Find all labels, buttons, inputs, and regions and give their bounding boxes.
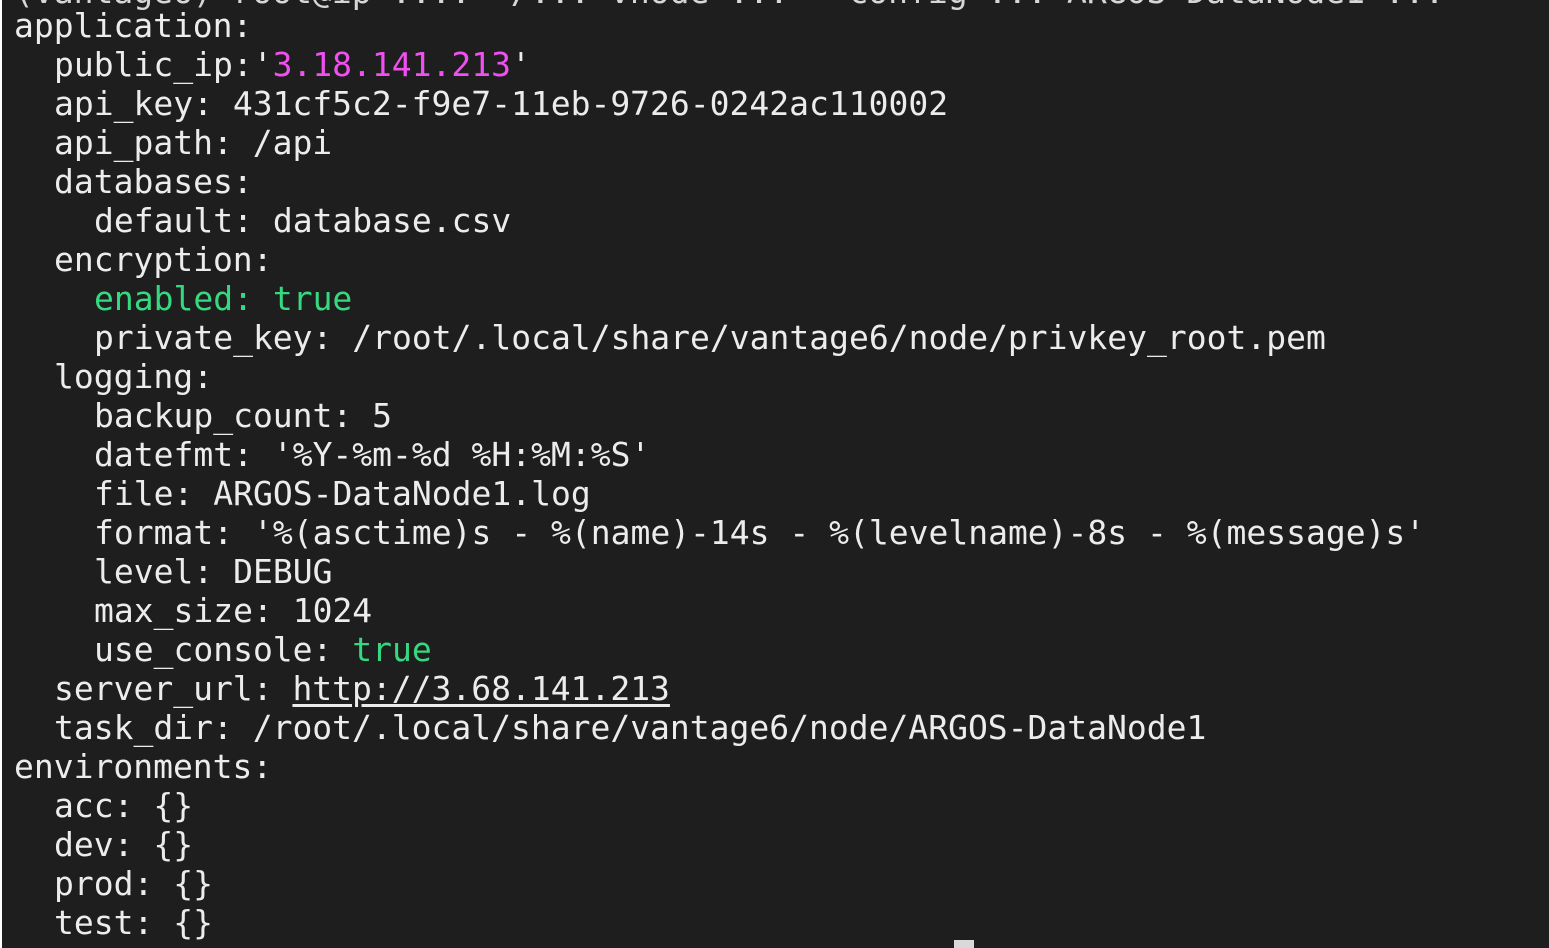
yaml-line-logging: logging: [14, 357, 1425, 396]
yaml-separator: : [193, 552, 234, 591]
yaml-value: {} [173, 864, 213, 903]
yaml-separator: : [232, 162, 253, 201]
yaml-value: {} [173, 903, 213, 942]
yaml-value: DEBUG [233, 552, 333, 591]
yaml-value: 1024 [292, 591, 373, 630]
yaml-line-test: test: {} [14, 903, 1425, 942]
yaml-separator: : [252, 591, 293, 630]
yaml-key: task_dir [54, 708, 213, 747]
yaml-value: {} [153, 786, 194, 825]
yaml-key: logging [54, 357, 194, 396]
yaml-value: ARGOS-DataNode1.log [213, 474, 591, 513]
yaml-line-task-dir: task_dir: /root/.local/share/vantage6/no… [14, 708, 1425, 747]
yaml-line-private-key: private_key: /root/.local/share/vantage6… [14, 318, 1425, 357]
yaml-value: true [272, 279, 353, 318]
yaml-key: public_ip [54, 45, 233, 84]
yaml-line-prod: prod: {} [14, 864, 1425, 903]
scroll-thumb[interactable] [954, 940, 974, 948]
yaml-output: application: public_ip:'3.18.141.213' api_… [14, 6, 1425, 942]
yaml-separator: : [232, 6, 253, 45]
yaml-value: /api [252, 123, 333, 162]
yaml-key: acc [54, 786, 114, 825]
yaml-line-level: level: DEBUG [14, 552, 1425, 591]
yaml-line-default: default: database.csv [14, 201, 1425, 240]
yaml-key: databases [54, 162, 233, 201]
yaml-separator: : [173, 474, 214, 513]
yaml-line-encryption: encryption: [14, 240, 1425, 279]
yaml-separator: : [113, 825, 154, 864]
yaml-value: {} [153, 825, 194, 864]
yaml-key: level [94, 552, 194, 591]
yaml-value: 431cf5c2-f9e7-11eb-9726-0242ac110002 [232, 84, 949, 123]
yaml-key: backup_count [94, 396, 333, 435]
yaml-separator: : [233, 201, 273, 240]
yaml-key: enabled [94, 279, 234, 318]
yaml-value: /root/.local/share/vantage6/node/ARGOS-D… [252, 708, 1207, 747]
yaml-key: server_url [54, 669, 253, 708]
yaml-line-environments: environments: [14, 747, 1425, 786]
yaml-key: test [54, 903, 134, 942]
yaml-separator: : [312, 318, 353, 357]
yaml-key: prod [54, 864, 134, 903]
yaml-separator: : [113, 786, 154, 825]
yaml-line-dev: dev: {} [14, 825, 1425, 864]
yaml-key: use_console [94, 630, 313, 669]
yaml-separator: : [193, 357, 213, 396]
yaml-key: max_size [94, 591, 253, 630]
yaml-line-max-size: max_size: 1024 [14, 591, 1425, 630]
yaml-separator: : [133, 864, 174, 903]
yaml-value: 5 [372, 396, 393, 435]
yaml-separator: : [213, 513, 253, 552]
yaml-separator: : [312, 630, 353, 669]
yaml-key: private_key [94, 318, 313, 357]
yaml-value: 3.18.141.213 [272, 45, 511, 84]
terminal-window[interactable]: (vantage6) root@ip-...: ~/... vnode ... … [2, 0, 1549, 948]
yaml-separator: : [233, 279, 273, 318]
yaml-separator: : [233, 435, 273, 474]
yaml-separator: : [212, 708, 253, 747]
yaml-key: api_key [54, 84, 194, 123]
yaml-separator: : [252, 747, 273, 786]
yaml-separator: : [332, 396, 373, 435]
yaml-key: environments [14, 747, 253, 786]
yaml-line-api-path: api_path: /api [14, 123, 1425, 162]
yaml-key: api_path [54, 123, 213, 162]
yaml-key: application [14, 6, 233, 45]
yaml-line-datefmt: datefmt: '%Y-%m-%d %H:%M:%S' [14, 435, 1425, 474]
yaml-key: default [94, 201, 234, 240]
yaml-line-public-ip: public_ip:'3.18.141.213' [14, 45, 1425, 84]
yaml-line-acc: acc: {} [14, 786, 1425, 825]
yaml-line-format: format: '%(asctime)s - %(name)-14s - %(l… [14, 513, 1425, 552]
yaml-line-use-console: use_console: true [14, 630, 1425, 669]
quote-mark: ' [510, 45, 531, 84]
yaml-separator: : [252, 669, 293, 708]
yaml-line-application: application: [14, 6, 1425, 45]
yaml-line-enabled: enabled: true [14, 279, 1425, 318]
yaml-line-api-key: api_key: 431cf5c2-f9e7-11eb-9726-0242ac1… [14, 84, 1425, 123]
yaml-separator: : [133, 903, 174, 942]
yaml-line-backup-count: backup_count: 5 [14, 396, 1425, 435]
yaml-separator: : [232, 45, 253, 84]
yaml-separator: : [252, 240, 273, 279]
yaml-value: database.csv [272, 201, 512, 240]
yaml-separator: : [193, 84, 233, 123]
yaml-line-databases: databases: [14, 162, 1425, 201]
yaml-value: '%Y-%m-%d %H:%M:%S' [272, 435, 651, 474]
yaml-value: /root/.local/share/vantage6/node/privkey… [352, 318, 1326, 357]
quote-mark: ' [252, 45, 273, 84]
yaml-key: file [94, 474, 174, 513]
yaml-value: '%(asctime)s - %(name)-14s - %(levelname… [252, 513, 1426, 552]
yaml-key: encryption [54, 240, 253, 279]
yaml-key: format [94, 513, 214, 552]
yaml-value: true [352, 630, 432, 669]
server-url-link[interactable]: http://3.68.141.213 [292, 669, 670, 708]
yaml-line-file: file: ARGOS-DataNode1.log [14, 474, 1425, 513]
yaml-key: dev [54, 825, 114, 864]
yaml-line-server-url: server_url: http://3.68.141.213 [14, 669, 1425, 708]
yaml-separator: : [212, 123, 253, 162]
yaml-key: datefmt [94, 435, 234, 474]
